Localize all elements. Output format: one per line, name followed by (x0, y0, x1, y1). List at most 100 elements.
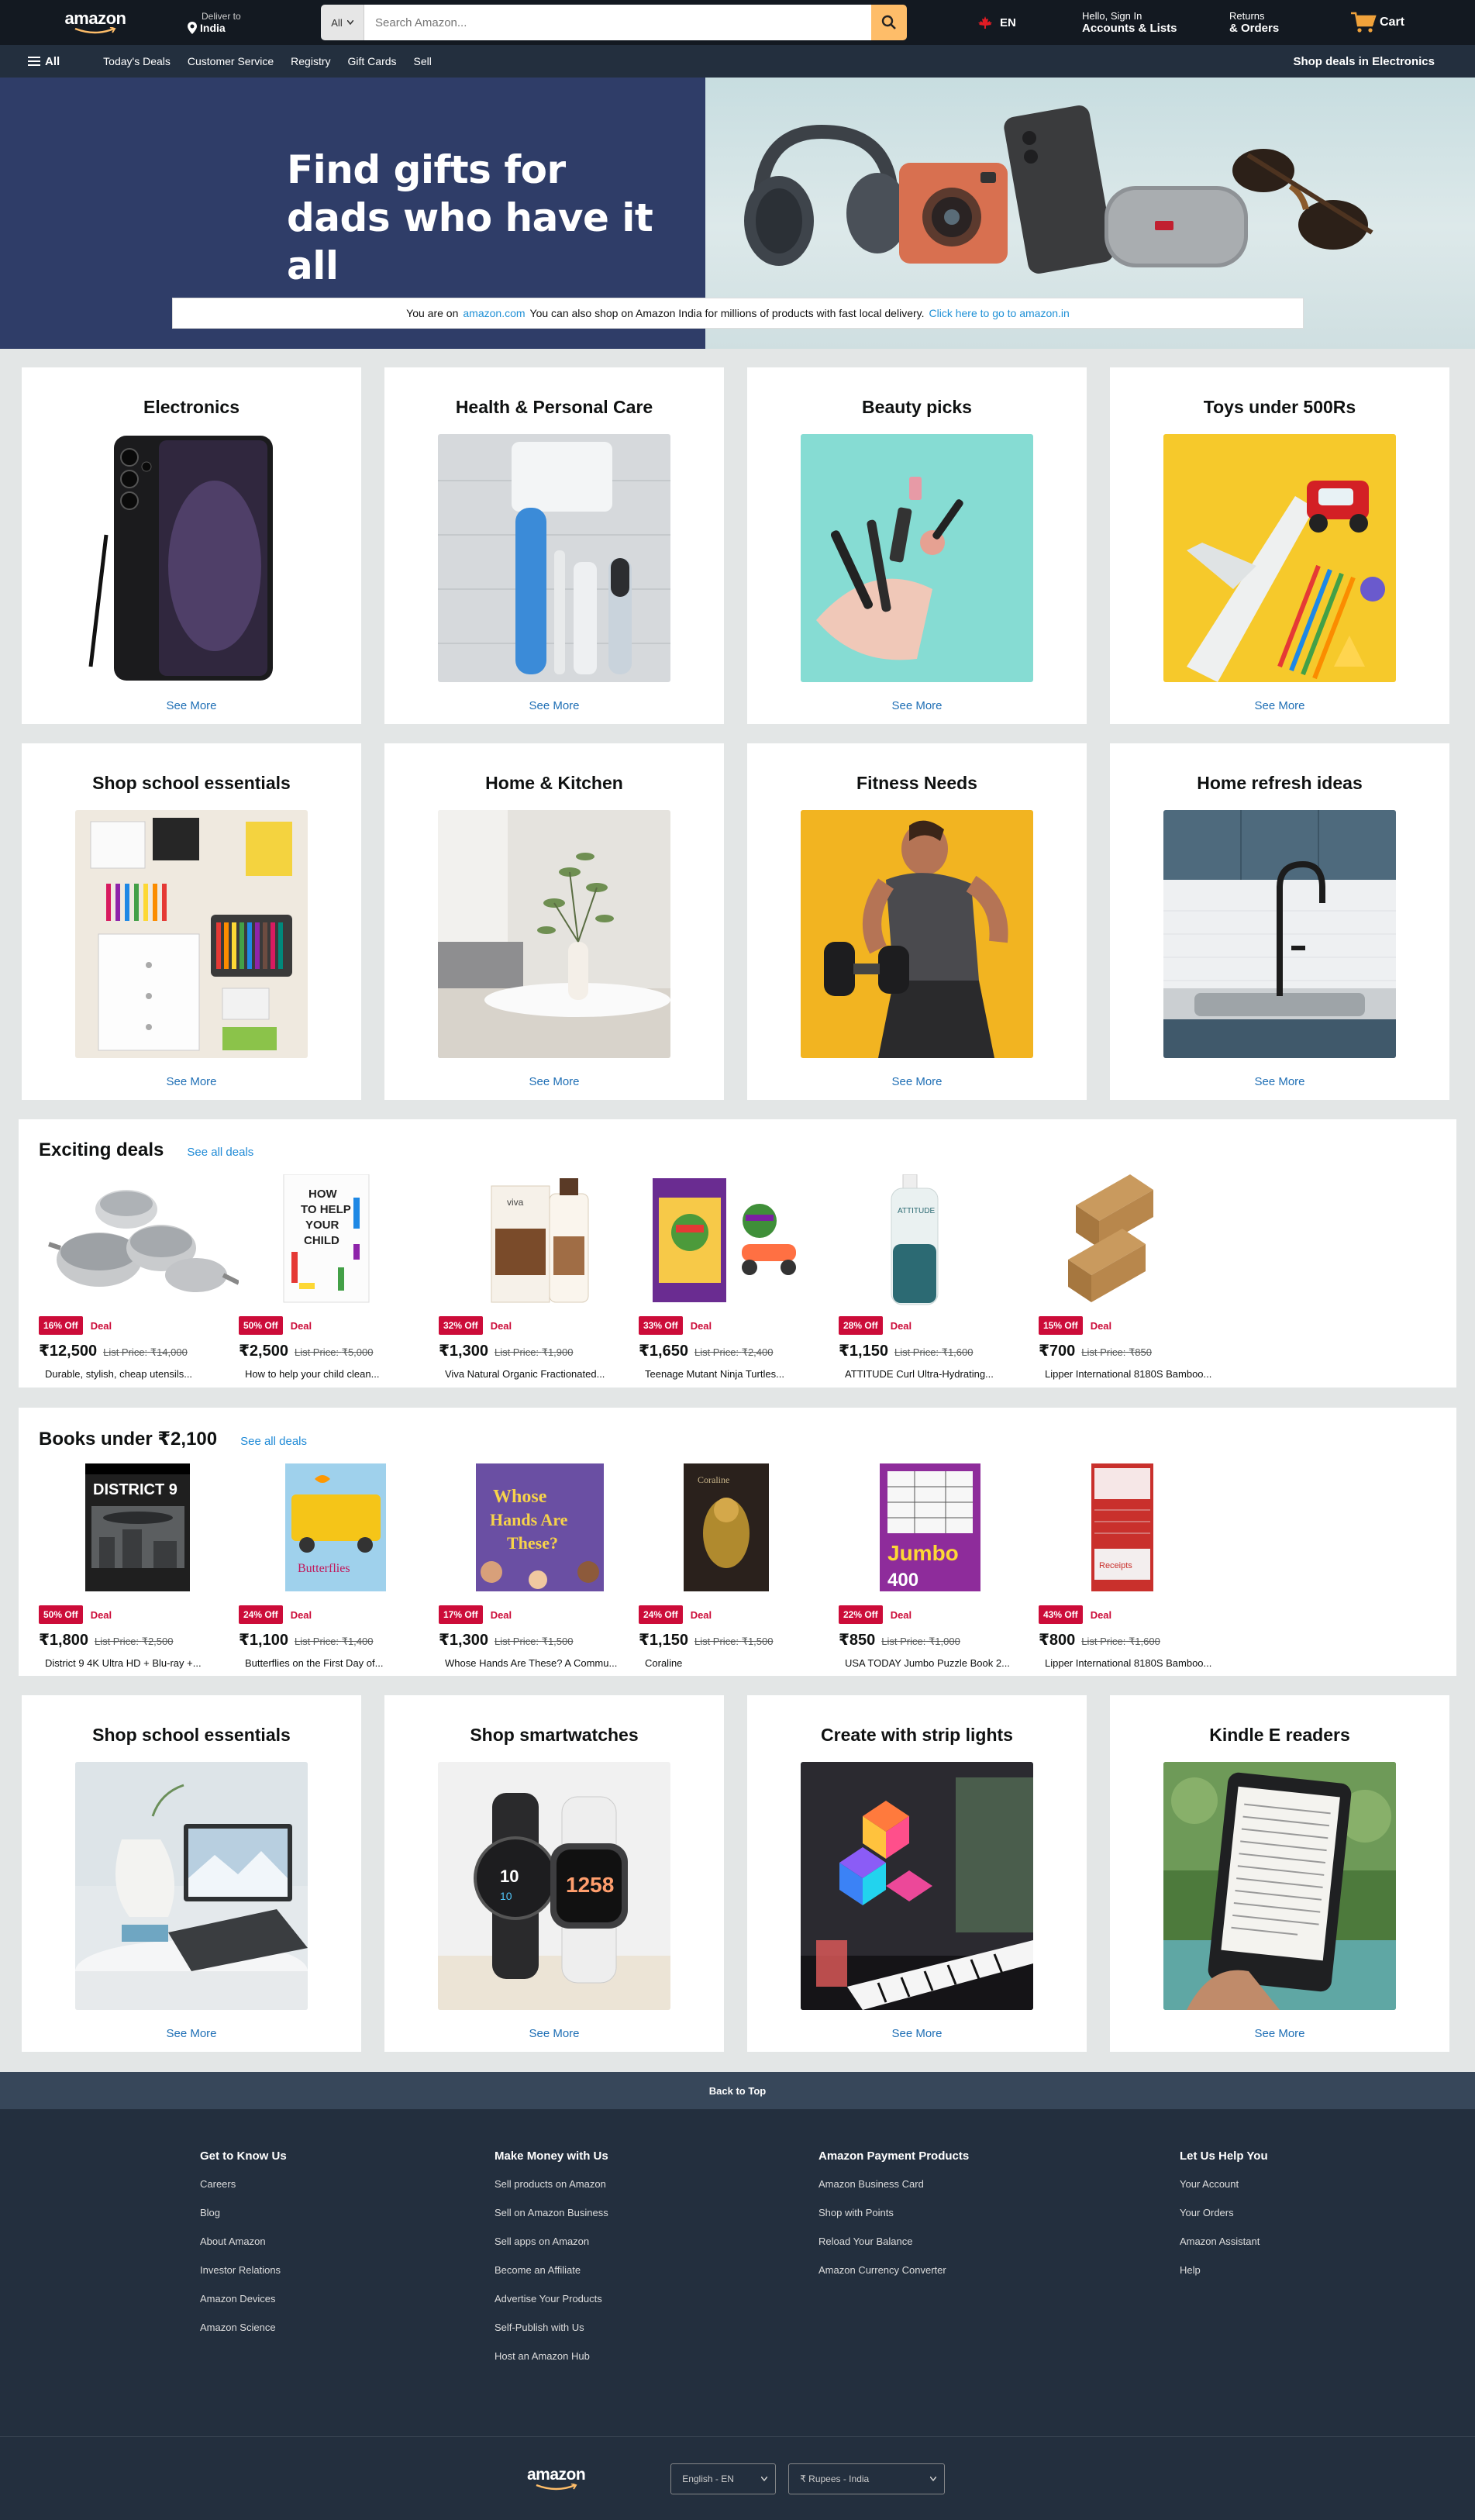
subnav-customer-service[interactable]: Customer Service (188, 55, 274, 67)
language-selector[interactable]: EN (977, 16, 1046, 29)
footer-link[interactable]: Self-Publish with Us (495, 2322, 818, 2333)
account-lists[interactable]: Hello, Sign In Accounts & Lists (1082, 10, 1226, 35)
amazon-logo[interactable]: amazon (50, 6, 141, 39)
deal-image[interactable]: Coraline (639, 1461, 839, 1598)
see-all-deals-link[interactable]: See all deals (187, 1146, 253, 1159)
see-more-link[interactable]: See More (1254, 1075, 1304, 1088)
deal-product-name[interactable]: Lipper International 8180S Bamboo... (1039, 1657, 1225, 1669)
school-essentials-image[interactable] (75, 810, 308, 1058)
footer-link[interactable]: Reload Your Balance (818, 2236, 1180, 2247)
footer-link[interactable]: Become an Affiliate (495, 2264, 818, 2276)
deal-item[interactable]: ATTITUDE 28% Off Deal ₹1,150 List Price:… (839, 1172, 1039, 1380)
footer-link[interactable]: Careers (200, 2178, 495, 2190)
see-more-link[interactable]: See More (166, 2027, 216, 2040)
footer-link[interactable]: Amazon Assistant (1180, 2236, 1335, 2247)
beauty-image[interactable] (801, 434, 1033, 682)
footer-link[interactable]: Amazon Business Card (818, 2178, 1180, 2190)
deal-image[interactable] (39, 1172, 239, 1308)
deal-product-name[interactable]: Whose Hands Are These? A Commu... (439, 1657, 625, 1669)
see-more-link[interactable]: See More (1254, 699, 1304, 712)
footer-link[interactable]: About Amazon (200, 2236, 495, 2247)
see-more-link[interactable]: See More (166, 1075, 216, 1088)
electronics-image[interactable] (75, 434, 308, 682)
deal-product-name[interactable]: How to help your child clean... (239, 1368, 425, 1380)
deal-product-name[interactable]: Durable, stylish, cheap utensils... (39, 1368, 225, 1380)
deal-item[interactable]: Whose Hands Are These? 17% Off Deal ₹1,300… (439, 1461, 639, 1669)
deal-item[interactable]: 16% Off Deal ₹12,500 List Price: ₹14,000… (39, 1172, 239, 1380)
footer-link[interactable]: Investor Relations (200, 2264, 495, 2276)
see-more-link[interactable]: See More (1254, 2027, 1304, 2040)
strip-lights-image[interactable] (801, 1762, 1033, 2010)
back-to-top-button[interactable]: Back to Top (0, 2072, 1475, 2109)
currency-select[interactable]: ₹ Rupees - India (788, 2463, 946, 2494)
hero-banner[interactable]: Find gifts for dads who have it all You … (0, 78, 1475, 349)
returns-orders[interactable]: Returns & Orders (1229, 10, 1346, 35)
footer-link[interactable]: Blog (200, 2207, 495, 2218)
deliver-to[interactable]: Deliver to India (188, 11, 288, 34)
deal-image[interactable]: ATTITUDE (839, 1172, 1039, 1308)
amazon-in-link[interactable]: Click here to go to amazon.in (929, 307, 1070, 319)
kindle-image[interactable] (1163, 1762, 1396, 2010)
deal-item[interactable]: Jumbo 400 22% Off Deal ₹850 List Price: ₹… (839, 1461, 1039, 1669)
see-more-link[interactable]: See More (529, 1075, 579, 1088)
footer-link[interactable]: Your Orders (1180, 2207, 1335, 2218)
deal-image[interactable]: Jumbo 400 (839, 1461, 1039, 1598)
health-care-image[interactable] (438, 434, 670, 682)
deal-image[interactable] (639, 1172, 839, 1308)
subnav-todays-deals[interactable]: Today's Deals (103, 55, 171, 67)
deal-item[interactable]: 15% Off Deal ₹700 List Price: ₹850 Lippe… (1039, 1172, 1239, 1380)
search-category-select[interactable]: All (321, 5, 364, 40)
deal-image[interactable]: Whose Hands Are These? (439, 1461, 639, 1598)
home-refresh-image[interactable] (1163, 810, 1396, 1058)
footer-link[interactable]: Sell on Amazon Business (495, 2207, 818, 2218)
deal-item[interactable]: DISTRICT 9 50% Off Deal ₹1,800 List Pric… (39, 1461, 239, 1669)
deal-product-name[interactable]: Lipper International 8180S Bamboo... (1039, 1368, 1225, 1380)
deal-item[interactable]: HOW TO HELP YOUR CHILD 50% Off Deal ₹2,500 … (239, 1172, 439, 1380)
footer-link[interactable]: Sell products on Amazon (495, 2178, 818, 2190)
see-all-deals-link[interactable]: See all deals (240, 1435, 307, 1448)
footer-link[interactable]: Sell apps on Amazon (495, 2236, 818, 2247)
footer-link[interactable]: Amazon Currency Converter (818, 2264, 1180, 2276)
see-more-link[interactable]: See More (529, 699, 579, 712)
footer-link[interactable]: Advertise Your Products (495, 2293, 818, 2305)
search-input[interactable] (364, 5, 871, 40)
see-more-link[interactable]: See More (891, 2027, 942, 2040)
footer-link[interactable]: Host an Amazon Hub (495, 2350, 818, 2362)
smartwatches-image[interactable]: 10 10 1258 (438, 1762, 670, 2010)
see-more-link[interactable]: See More (166, 699, 216, 712)
deal-product-name[interactable]: Teenage Mutant Ninja Turtles... (639, 1368, 825, 1380)
subnav-registry[interactable]: Registry (291, 55, 330, 67)
footer-link[interactable]: Your Account (1180, 2178, 1335, 2190)
deal-item[interactable]: Receipts 43% Off Deal ₹800 List Price: ₹… (1039, 1461, 1239, 1669)
footer-amazon-logo[interactable]: amazon (527, 2466, 586, 2491)
search-button[interactable] (871, 5, 907, 40)
deal-product-name[interactable]: Viva Natural Organic Fractionated... (439, 1368, 625, 1380)
see-more-link[interactable]: See More (891, 699, 942, 712)
see-more-link[interactable]: See More (891, 1075, 942, 1088)
see-more-link[interactable]: See More (529, 2027, 579, 2040)
deal-item[interactable]: Butterflies 24% Off Deal ₹1,100 List Pri… (239, 1461, 439, 1669)
language-select[interactable]: English - EN (670, 2463, 777, 2494)
home-kitchen-image[interactable] (438, 810, 670, 1058)
deal-product-name[interactable]: Coraline (639, 1657, 825, 1669)
deal-product-name[interactable]: District 9 4K Ultra HD + Blu-ray +... (39, 1657, 225, 1669)
all-menu-button[interactable]: All (28, 55, 60, 68)
subnav-electronics-deals[interactable]: Shop deals in Electronics (1293, 55, 1435, 68)
footer-link[interactable]: Amazon Science (200, 2322, 495, 2333)
deal-image[interactable]: viva (439, 1172, 639, 1308)
deal-image[interactable] (1039, 1172, 1239, 1308)
deal-product-name[interactable]: Butterflies on the First Day of... (239, 1657, 425, 1669)
subnav-sell[interactable]: Sell (414, 55, 432, 67)
footer-link[interactable]: Help (1180, 2264, 1335, 2276)
deal-item[interactable]: 33% Off Deal ₹1,650 List Price: ₹2,400 T… (639, 1172, 839, 1380)
deal-image[interactable]: Receipts (1039, 1461, 1239, 1598)
deal-product-name[interactable]: USA TODAY Jumbo Puzzle Book 2... (839, 1657, 1025, 1669)
notice-site-link[interactable]: amazon.com (463, 307, 525, 319)
deal-item[interactable]: viva 32% Off Deal ₹1,300 List Price: ₹1,… (439, 1172, 639, 1380)
footer-link[interactable]: Amazon Devices (200, 2293, 495, 2305)
toys-image[interactable] (1163, 434, 1396, 682)
cart-button[interactable]: Cart (1350, 11, 1404, 34)
deal-image[interactable]: Butterflies (239, 1461, 439, 1598)
deal-image[interactable]: HOW TO HELP YOUR CHILD (239, 1172, 439, 1308)
fitness-image[interactable] (801, 810, 1033, 1058)
